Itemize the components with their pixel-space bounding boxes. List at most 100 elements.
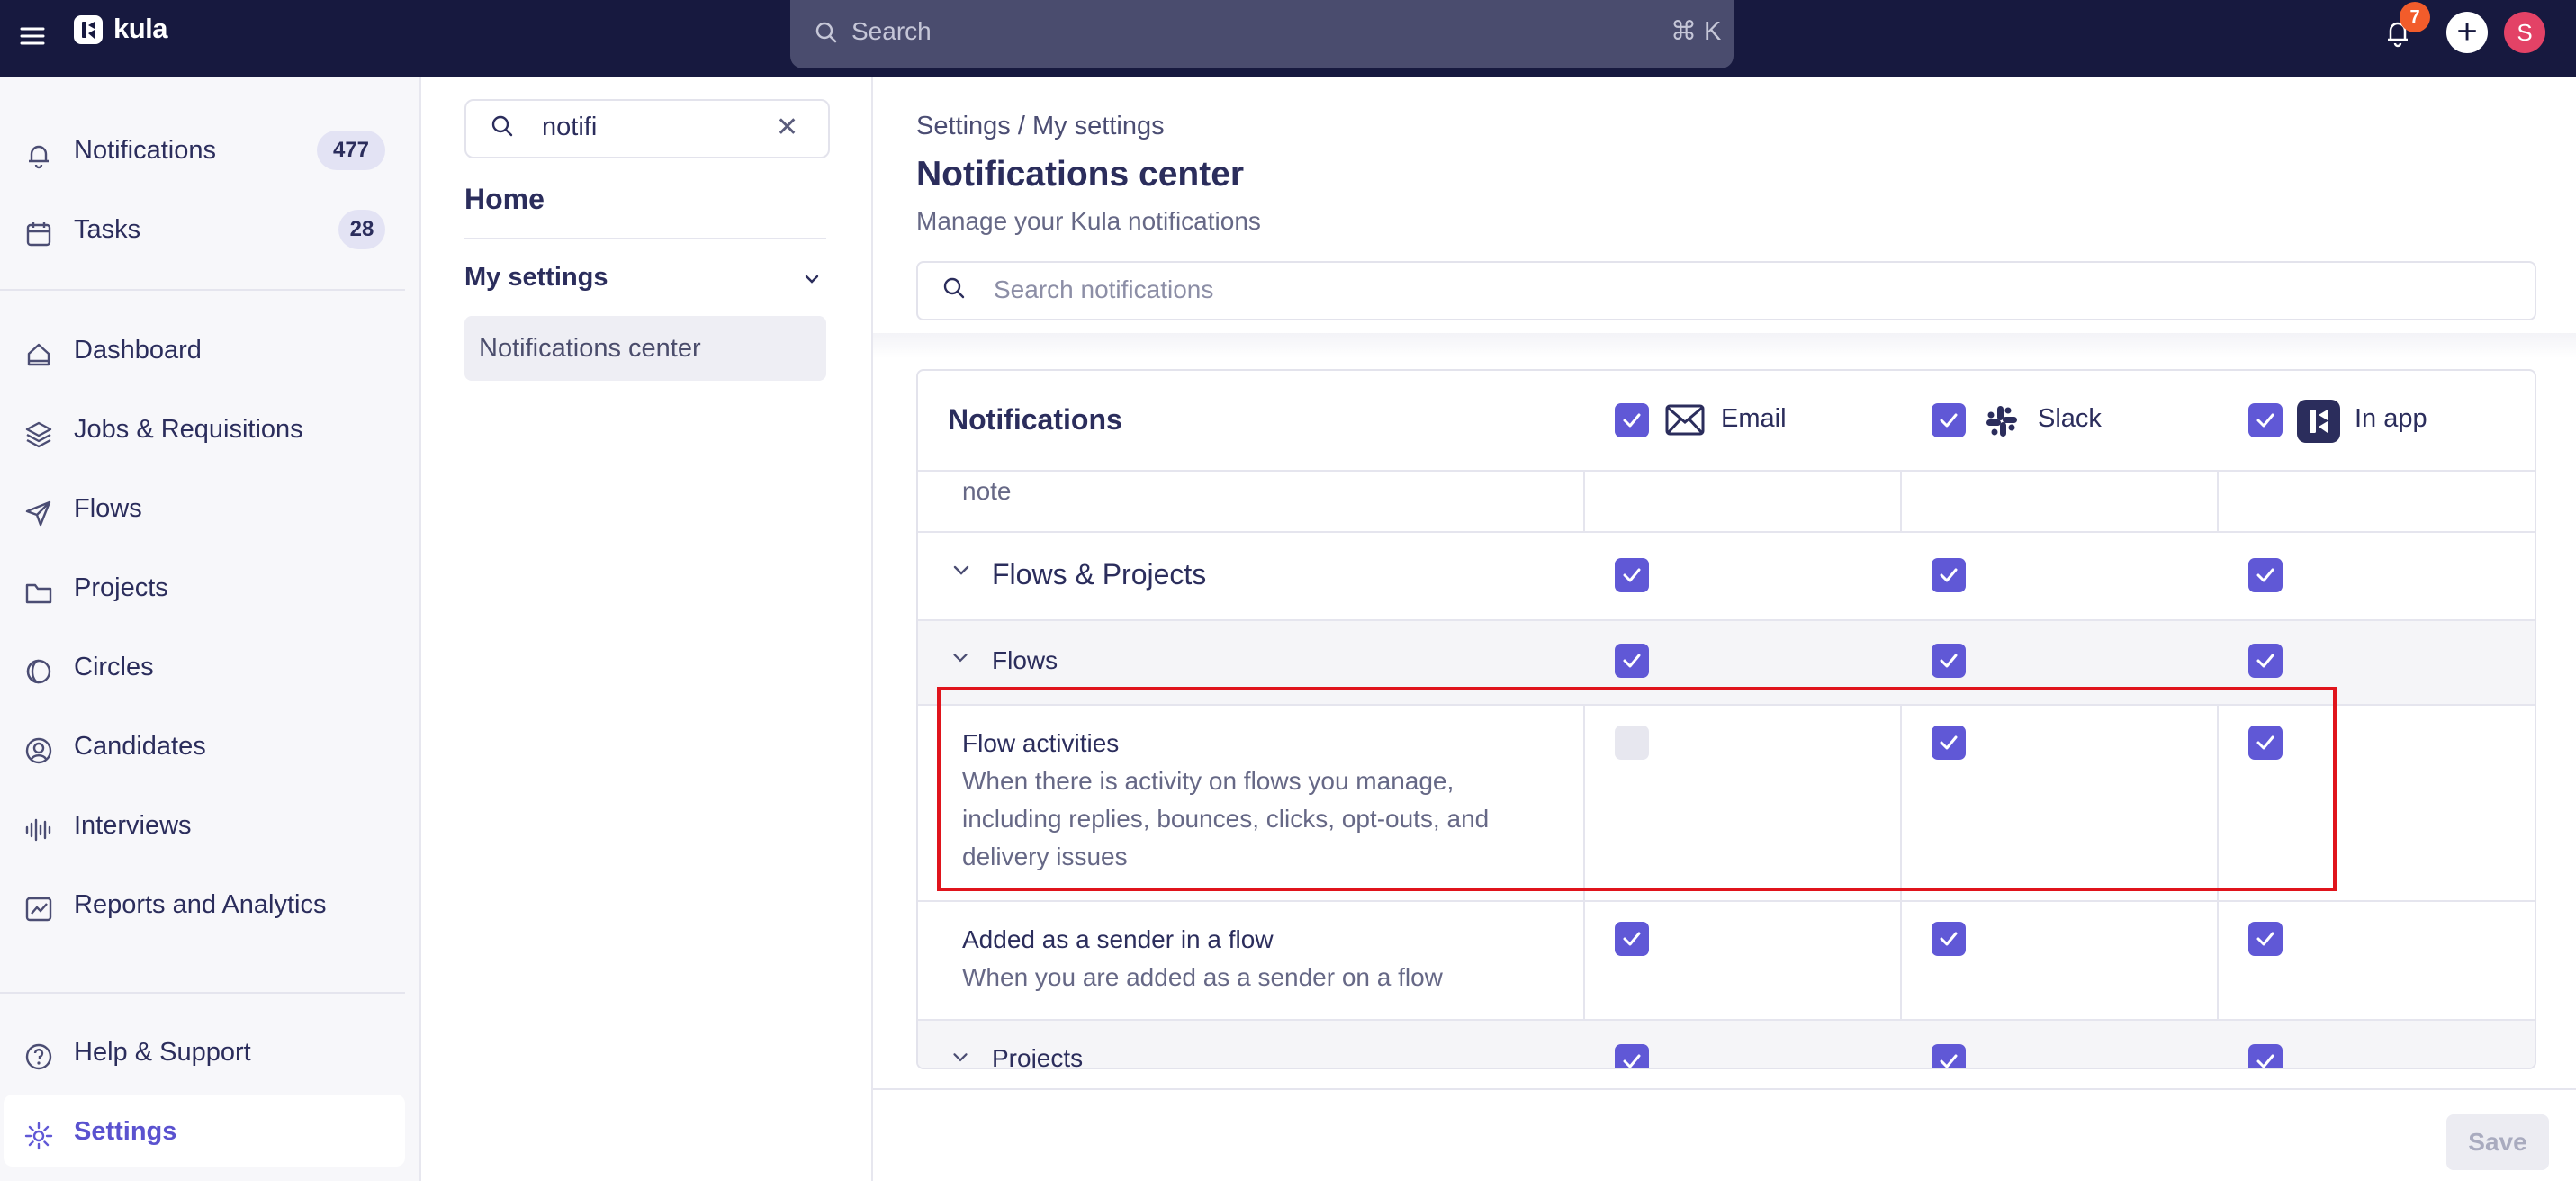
checkbox-projects-email[interactable] [1615, 1044, 1649, 1068]
chevron-down-icon[interactable] [949, 558, 974, 583]
section-label: Flows & Projects [992, 558, 1207, 590]
divider [0, 289, 405, 291]
sidebar-item-notifications[interactable]: Notifications 477 [0, 122, 419, 181]
channel-label-in-app: In app [2355, 404, 2427, 433]
group-row-bg [918, 1021, 2535, 1068]
save-button[interactable]: Save [2446, 1114, 2549, 1170]
channel-label-email: Email [1721, 404, 1787, 433]
chevron-down-icon[interactable] [949, 646, 972, 670]
sidebar-item-label: Notifications [74, 136, 216, 165]
sidebar-item-label: Help & Support [74, 1038, 251, 1067]
search-shortcut: ⌘ K [1671, 17, 1722, 46]
bell-icon [29, 145, 49, 169]
group-label: Flows [992, 646, 1058, 674]
footer-divider [873, 1088, 2576, 1090]
sidebar-item-label: Tasks [74, 215, 141, 244]
calendar-icon [26, 222, 51, 247]
chevron-down-icon[interactable] [799, 266, 824, 296]
checkbox-flows-email[interactable] [1615, 644, 1649, 678]
sidebar-item-label: Flows [74, 494, 142, 523]
checkbox-flows-projects-email[interactable] [1615, 558, 1649, 592]
add-button[interactable]: + [2446, 12, 2488, 53]
search-icon [490, 113, 515, 143]
divider [0, 992, 405, 994]
email-master-checkbox[interactable] [1615, 403, 1649, 437]
menu-icon[interactable] [18, 22, 47, 50]
sidebar-item-projects[interactable]: Projects [0, 559, 419, 618]
search-icon [941, 275, 967, 305]
checkbox-flows-in-app[interactable] [2248, 644, 2283, 678]
global-search-placeholder: Search [851, 17, 932, 45]
sidebar-item-label: Projects [74, 573, 168, 602]
search-icon [814, 20, 839, 50]
sidebar-item-circles[interactable]: Circles [0, 638, 419, 698]
notification-count-badge: 7 [2400, 2, 2430, 32]
sidebar-item-tasks[interactable]: Tasks 28 [0, 201, 419, 260]
sidebar-item-help[interactable]: Help & Support [0, 1023, 419, 1083]
count-badge: 477 [317, 131, 385, 170]
checkbox-added-sender-email[interactable] [1615, 922, 1649, 956]
settings-search-value: notifi [542, 113, 598, 141]
checkbox-flows-slack[interactable] [1932, 644, 1966, 678]
page-title: Notifications center [916, 155, 1245, 194]
breadcrumb: Settings / My settings [916, 112, 1165, 140]
sidebar-item-dashboard[interactable]: Dashboard [0, 321, 419, 381]
checkbox-added-sender-in-app[interactable] [2248, 922, 2283, 956]
checkbox-projects-in-app[interactable] [2248, 1044, 2283, 1068]
row-divider [918, 1019, 2535, 1021]
user-circle-icon [25, 737, 52, 764]
close-icon[interactable]: ✕ [776, 112, 798, 143]
global-search-bar[interactable] [790, 0, 1734, 68]
table-header-title: Notifications [948, 403, 1122, 436]
sidebar-item-label: Dashboard [74, 336, 202, 365]
settings-home-link[interactable]: Home [464, 183, 545, 216]
sidebar-item-label: Settings [74, 1117, 177, 1146]
sidebar-item-jobs[interactable]: Jobs & Requisitions [0, 401, 419, 460]
my-settings-group[interactable]: My settings [464, 263, 608, 293]
send-icon [25, 500, 51, 527]
notifications-search-placeholder: Search notifications [994, 275, 1214, 303]
row-divider [918, 470, 2535, 472]
slack-master-checkbox[interactable] [1932, 403, 1966, 437]
checkbox-flows-projects-in-app[interactable] [2248, 558, 2283, 592]
divider [464, 238, 826, 239]
sidebar-item-label: Interviews [74, 811, 192, 840]
highlight-box [937, 687, 2337, 891]
group-label: Projects [992, 1044, 1084, 1069]
sidebar-item-label: Jobs & Requisitions [74, 415, 303, 444]
column-divider [2217, 472, 2219, 533]
sidebar-item-reports[interactable]: Reports and Analytics [0, 876, 419, 935]
gear-icon [24, 1122, 53, 1150]
column-divider [1583, 472, 1585, 533]
settings-item-label: Notifications center [479, 334, 701, 363]
avatar[interactable]: S [2504, 12, 2545, 53]
in-app-master-checkbox[interactable] [2248, 403, 2283, 437]
folder-icon [25, 583, 52, 604]
page-subtitle: Manage your Kula notifications [916, 207, 1261, 235]
chevron-down-icon[interactable] [949, 1046, 972, 1069]
sidebar-item-label: Candidates [74, 732, 206, 761]
checkbox-flows-projects-slack[interactable] [1932, 558, 1966, 592]
sidebar-item-candidates[interactable]: Candidates [0, 717, 419, 777]
column-divider [1900, 472, 1902, 533]
chart-icon [25, 897, 52, 922]
kula-logo-icon[interactable] [74, 15, 103, 44]
checkbox-projects-slack[interactable] [1932, 1044, 1966, 1068]
layers-icon [25, 421, 52, 448]
checkbox-added-sender-slack[interactable] [1932, 922, 1966, 956]
sidebar-item-label: Reports and Analytics [74, 890, 327, 919]
sidebar-item-flows[interactable]: Flows [0, 480, 419, 539]
sidebar-item-settings-content[interactable]: Settings [0, 1103, 419, 1162]
notification-title: Added as a sender in a flow [962, 925, 1274, 953]
audio-wave-icon [25, 818, 51, 842]
slack-icon [1986, 406, 2017, 437]
sidebar-item-label: Circles [74, 653, 154, 681]
email-icon [1665, 404, 1705, 436]
scroll-shadow [873, 333, 2576, 358]
channel-label-slack: Slack [2038, 404, 2102, 433]
notification-desc-line: When you are added as a sender on a flow [962, 963, 1443, 991]
kula-app-icon [2297, 400, 2340, 443]
circle-half-icon [26, 659, 51, 684]
sidebar-item-interviews[interactable]: Interviews [0, 797, 419, 856]
home-icon [27, 343, 50, 366]
